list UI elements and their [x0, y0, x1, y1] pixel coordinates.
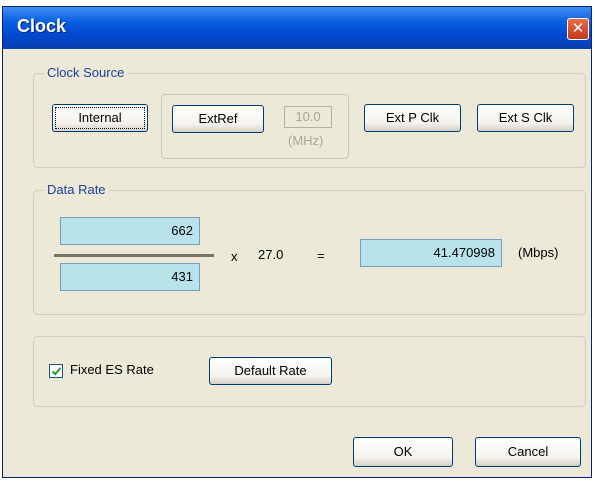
ok-button[interactable]: OK [353, 437, 453, 467]
check-icon [51, 367, 62, 376]
times-sign: x [231, 249, 238, 264]
clock-source-legend: Clock Source [44, 65, 128, 80]
internal-button[interactable]: Internal [52, 104, 148, 132]
title-bar[interactable]: Clock ✕ [3, 7, 591, 49]
clock-source-group: Clock Source Internal ExtRef 10.0 (MHz) … [33, 65, 586, 168]
data-rate-group: Data Rate 662 431 x 27.0 = 41.470998 (Mb… [33, 182, 586, 315]
window-title: Clock [17, 16, 67, 36]
fraction-bar [54, 254, 214, 257]
default-rate-button[interactable]: Default Rate [209, 357, 332, 385]
data-rate-unit-label: (Mbps) [518, 245, 559, 260]
ext-ref-button[interactable]: ExtRef [172, 105, 264, 133]
data-rate-legend: Data Rate [44, 182, 109, 197]
fixed-es-rate-checkbox[interactable] [49, 364, 63, 378]
fixed-es-rate-label: Fixed ES Rate [70, 362, 154, 377]
options-group: Fixed ES Rate Default Rate [33, 336, 586, 407]
multiplier-value: 27.0 [258, 247, 284, 262]
close-button[interactable]: ✕ [567, 18, 589, 40]
cancel-button[interactable]: Cancel [475, 437, 581, 467]
equals-sign: = [317, 248, 325, 263]
ext-ref-frequency-field: 10.0 [284, 106, 332, 128]
ext-p-clk-button[interactable]: Ext P Clk [364, 104, 461, 132]
clock-dialog: Clock ✕ Clock Source Internal ExtRef 10.… [2, 6, 592, 478]
close-icon: ✕ [571, 20, 585, 37]
ext-s-clk-button[interactable]: Ext S Clk [477, 104, 574, 132]
ext-ref-unit-label: (MHz) [288, 133, 324, 148]
ext-ref-group: ExtRef 10.0 (MHz) [161, 94, 349, 159]
numerator-field[interactable]: 662 [60, 217, 200, 245]
data-rate-result-field: 41.470998 [360, 239, 502, 267]
denominator-field[interactable]: 431 [60, 263, 200, 291]
